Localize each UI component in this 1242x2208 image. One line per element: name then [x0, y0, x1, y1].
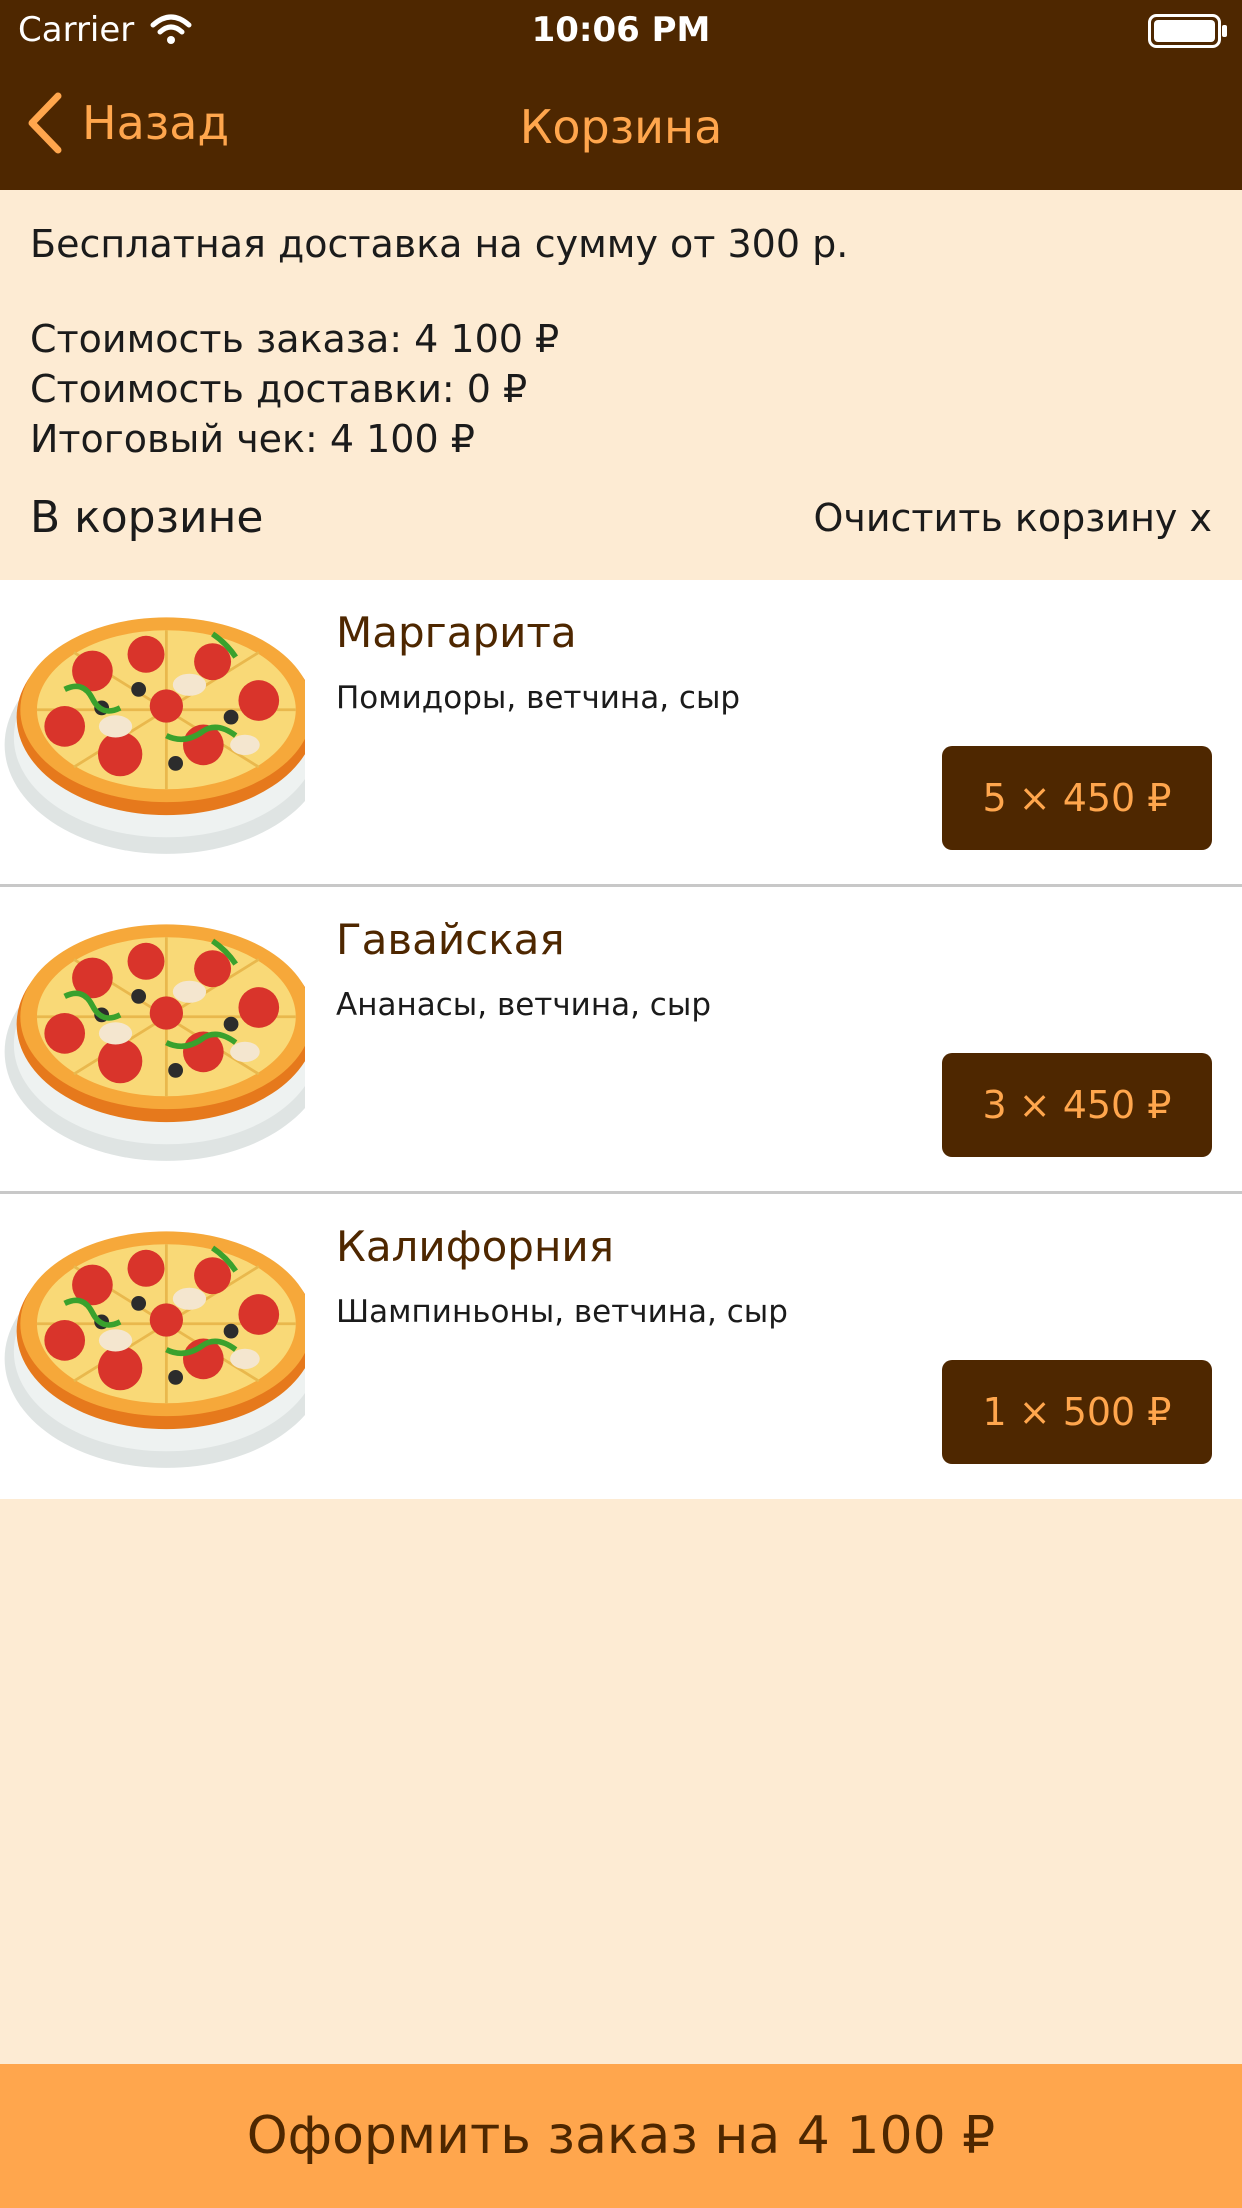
navigation-bar: Назад Корзина	[0, 60, 1242, 190]
list-item[interactable]: Гавайская Ананасы, ветчина, сыр 3 × 450 …	[0, 887, 1242, 1194]
pizza-image	[0, 1200, 305, 1490]
total-cost: Итоговый чек: 4 100 ₽	[30, 417, 475, 461]
cart-heading: В корзине	[30, 492, 264, 543]
totals-block: Стоимость заказа: 4 100 ₽ Стоимость дост…	[30, 314, 559, 464]
list-item[interactable]: Маргарита Помидоры, ветчина, сыр 5 × 450…	[0, 580, 1242, 887]
cart-list: Маргарита Помидоры, ветчина, сыр 5 × 450…	[0, 580, 1242, 1499]
order-cost: Стоимость заказа: 4 100 ₽	[30, 317, 560, 361]
clear-cart-button[interactable]: Очистить корзину x	[813, 496, 1212, 540]
pizza-image	[0, 893, 305, 1183]
item-name: Гавайская	[336, 915, 565, 964]
pizza-image	[0, 586, 305, 876]
list-item[interactable]: Калифорния Шампиньоны, ветчина, сыр 1 × …	[0, 1194, 1242, 1499]
checkout-button[interactable]: Оформить заказ на 4 100 ₽	[0, 2064, 1242, 2208]
quantity-price-button[interactable]: 3 × 450 ₽	[942, 1053, 1212, 1157]
item-description: Ананасы, ветчина, сыр	[336, 987, 711, 1023]
battery-icon	[1148, 14, 1227, 48]
item-description: Шампиньоны, ветчина, сыр	[336, 1294, 788, 1330]
quantity-price-button[interactable]: 5 × 450 ₽	[942, 746, 1212, 850]
item-name: Маргарита	[336, 608, 577, 657]
order-summary: Бесплатная доставка на сумму от 300 р. С…	[0, 190, 1242, 580]
item-name: Калифорния	[336, 1222, 614, 1271]
page-title: Корзина	[519, 100, 723, 154]
status-bar: Carrier 10:06 PM	[0, 0, 1242, 60]
quantity-price-button[interactable]: 1 × 500 ₽	[942, 1360, 1212, 1464]
delivery-cost: Стоимость доставки: 0 ₽	[30, 367, 528, 411]
status-time: 10:06 PM	[531, 10, 711, 50]
app-header: Carrier 10:06 PM Назад Корзина	[0, 0, 1242, 190]
item-description: Помидоры, ветчина, сыр	[336, 680, 741, 716]
free-delivery-note: Бесплатная доставка на сумму от 300 р.	[30, 222, 849, 266]
